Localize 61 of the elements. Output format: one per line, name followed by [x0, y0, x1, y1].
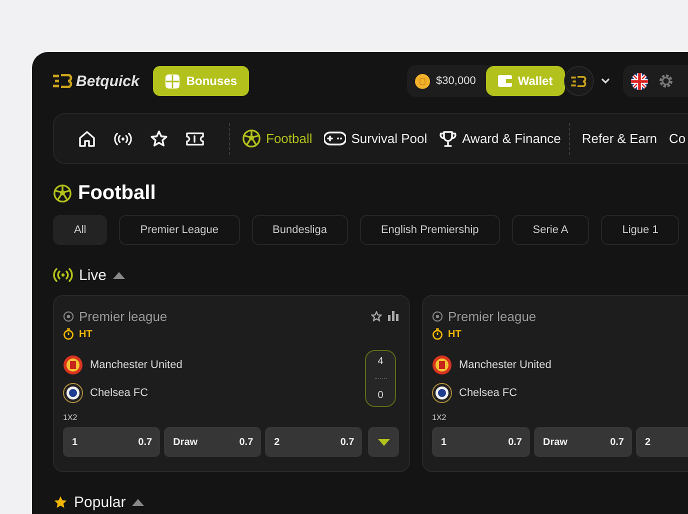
- market-label: 1X2: [63, 413, 78, 422]
- section-title: Live: [79, 266, 107, 284]
- team-name: Chelsea FC: [459, 386, 518, 398]
- league-name: Premier league: [79, 308, 168, 324]
- wallet-icon: [498, 75, 512, 87]
- nav-tab[interactable]: Football: [242, 129, 312, 148]
- league-name: Premier league: [448, 308, 536, 324]
- team-name: Manchester United: [459, 358, 552, 370]
- stopwatch-icon: [63, 328, 74, 340]
- crest-icon: [63, 354, 83, 374]
- nav-tab[interactable]: Award & Finance: [439, 130, 561, 148]
- stopwatch-icon: [432, 328, 443, 340]
- star-icon: [150, 130, 168, 148]
- match-status: HT: [448, 328, 462, 340]
- brand-name: Betquick: [76, 72, 140, 90]
- star-icon[interactable]: [371, 310, 382, 322]
- page-title: Football: [78, 182, 156, 204]
- section-title: Popular: [74, 494, 126, 510]
- avatar[interactable]: [564, 66, 594, 96]
- chevron-down-icon[interactable]: [600, 78, 610, 84]
- uk-flag-icon[interactable]: [630, 72, 648, 90]
- odds-button[interactable]: 2 0.7: [265, 427, 362, 457]
- odds-button[interactable]: Draw 0.7: [534, 427, 632, 457]
- crest-icon: [432, 354, 452, 374]
- odds-button[interactable]: 1 0.7: [432, 427, 530, 457]
- league-filter-chip[interactable]: Bundesliga: [252, 215, 348, 245]
- nav-tab[interactable]: Survival Pool: [324, 131, 428, 146]
- more-markets-button[interactable]: [368, 427, 400, 457]
- logo-icon: [53, 74, 73, 88]
- crest-icon: [432, 382, 452, 402]
- star-icon: [53, 494, 68, 510]
- league-filter-chip[interactable]: Premier League: [119, 215, 240, 245]
- match-status: HT: [79, 328, 92, 340]
- broadcast-icon: [53, 268, 73, 282]
- settings-icon[interactable]: [658, 73, 674, 89]
- league-filter-chip[interactable]: Ligue 1: [601, 215, 680, 245]
- score-box: 4 0: [365, 350, 396, 407]
- odds-button[interactable]: Draw 0.7: [164, 427, 262, 457]
- team-name: Chelsea FC: [90, 386, 148, 398]
- trophy-icon: [439, 130, 458, 148]
- gamepad-icon: [324, 131, 346, 146]
- league-filter-chip[interactable]: All: [53, 215, 108, 245]
- nav-tab[interactable]: Refer & Earn: [582, 131, 658, 146]
- odds-button[interactable]: 2: [636, 427, 688, 457]
- market-label: 1X2: [432, 413, 448, 422]
- crest-icon: [63, 382, 83, 402]
- team-name: Manchester United: [90, 358, 182, 370]
- league-filter-chip[interactable]: English Premiership: [360, 215, 500, 245]
- ticket-icon: [186, 132, 204, 146]
- odds-button[interactable]: 1 0.7: [63, 427, 160, 457]
- coin-icon: [415, 74, 430, 88]
- balance-amount: $30,000: [436, 75, 476, 87]
- home-icon: [78, 130, 96, 148]
- collapse-caret-icon[interactable]: [112, 272, 125, 278]
- broadcast-icon: [114, 132, 132, 146]
- gift-icon: [165, 74, 180, 88]
- nav-tab[interactable]: Co: [669, 131, 686, 146]
- stats-icon[interactable]: [388, 311, 399, 321]
- league-filter-chip[interactable]: Serie A: [512, 215, 590, 245]
- caret-down-icon: [378, 438, 390, 446]
- collapse-caret-icon[interactable]: [132, 498, 144, 506]
